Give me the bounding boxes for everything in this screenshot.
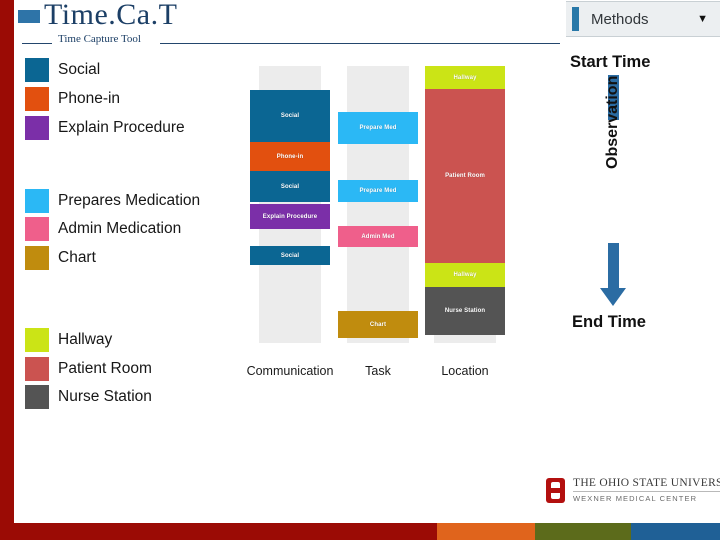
legend-item-label: Prepares Medication [58, 192, 201, 209]
start-time-label: Start Time [570, 53, 651, 71]
legend-item[interactable]: Hallway [25, 328, 112, 352]
page-title: Time.Ca.T [44, 0, 178, 31]
logo-line-medical-center: WEXNER MEDICAL CENTER [573, 494, 698, 503]
timeline-segment[interactable]: Social [250, 246, 330, 265]
legend-item[interactable]: Admin Medication [25, 217, 181, 241]
legend-color-swatch [25, 246, 49, 270]
legend-color-swatch [25, 58, 49, 82]
legend-color-swatch [25, 217, 49, 241]
legend-item[interactable]: Social [25, 58, 100, 82]
timeline-segment[interactable]: Nurse Station [425, 287, 505, 335]
legend-item[interactable]: Prepares Medication [25, 189, 200, 213]
legend-item-label: Patient Room [58, 360, 152, 377]
osu-o-icon [546, 477, 565, 503]
column-header: Location [441, 364, 489, 378]
footer-segment-olive [535, 523, 631, 540]
observation-axis-label: Observation [604, 75, 621, 169]
footer-segment-red [0, 523, 437, 540]
legend-color-swatch [25, 189, 49, 213]
page-subtitle: Time Capture Tool [58, 33, 141, 45]
methods-dropdown[interactable]: Methods ▼ [566, 1, 720, 37]
left-accent-stripe [0, 0, 14, 540]
osu-wexner-logo: THE OHIO STATE UNIVERSITY WEXNER MEDICAL… [546, 477, 720, 503]
legend-color-swatch [25, 385, 49, 409]
legend-color-swatch [25, 357, 49, 381]
timeline-segment[interactable]: Patient Room [425, 89, 505, 263]
observation-arrow-shaft [608, 243, 619, 291]
logo-text: THE OHIO STATE UNIVERSITY WEXNER MEDICAL… [573, 477, 720, 503]
timeline-segment[interactable]: Phone-in [250, 142, 330, 171]
timeline-segment[interactable]: Prepare Med [338, 112, 418, 144]
methods-accent-bar [572, 7, 579, 31]
legend-item[interactable]: Nurse Station [25, 385, 152, 409]
footer-segment-blue [631, 523, 720, 540]
legend-color-swatch [25, 87, 49, 111]
end-time-label: End Time [572, 313, 646, 331]
timeline-segment[interactable]: Social [250, 171, 330, 202]
footer-segment-orange [437, 523, 535, 540]
legend-item-label: Phone-in [58, 90, 121, 107]
slide-canvas: Time.Ca.T Time Capture Tool Methods ▼ So… [0, 0, 720, 540]
legend-item[interactable]: Explain Procedure [25, 116, 185, 140]
header-rule-left [22, 43, 52, 44]
legend-item[interactable]: Chart [25, 246, 96, 270]
legend-color-swatch [25, 116, 49, 140]
timeline-segment[interactable]: Hallway [425, 263, 505, 287]
timeline-segment[interactable]: Chart [338, 311, 418, 338]
methods-dropdown-label: Methods [591, 10, 649, 28]
timeline-track [347, 66, 409, 343]
legend-item[interactable]: Phone-in [25, 87, 120, 111]
logo-divider [573, 491, 720, 492]
legend-item-label: Chart [58, 249, 96, 266]
header-rule-right [160, 43, 560, 44]
legend-item-label: Social [58, 61, 101, 78]
legend-item-label: Nurse Station [58, 388, 152, 405]
legend-color-swatch [25, 328, 49, 352]
timeline-segment[interactable]: Admin Med [338, 226, 418, 247]
observation-arrow-head-icon [600, 288, 626, 306]
chevron-down-icon[interactable]: ▼ [697, 13, 708, 25]
timeline-segment[interactable]: Hallway [425, 66, 505, 89]
legend-item-label: Admin Medication [58, 220, 182, 237]
legend-item-label: Hallway [58, 331, 113, 348]
header-square-icon [18, 10, 40, 23]
timeline-segment[interactable]: Explain Procedure [250, 204, 330, 229]
legend-item-label: Explain Procedure [58, 119, 185, 136]
timeline-segment[interactable]: Prepare Med [338, 180, 418, 202]
timeline-segment[interactable]: Social [250, 90, 330, 142]
footer-color-bar [0, 523, 720, 540]
legend-item[interactable]: Patient Room [25, 357, 152, 381]
logo-line-university: THE OHIO STATE UNIVERSITY [573, 477, 720, 489]
